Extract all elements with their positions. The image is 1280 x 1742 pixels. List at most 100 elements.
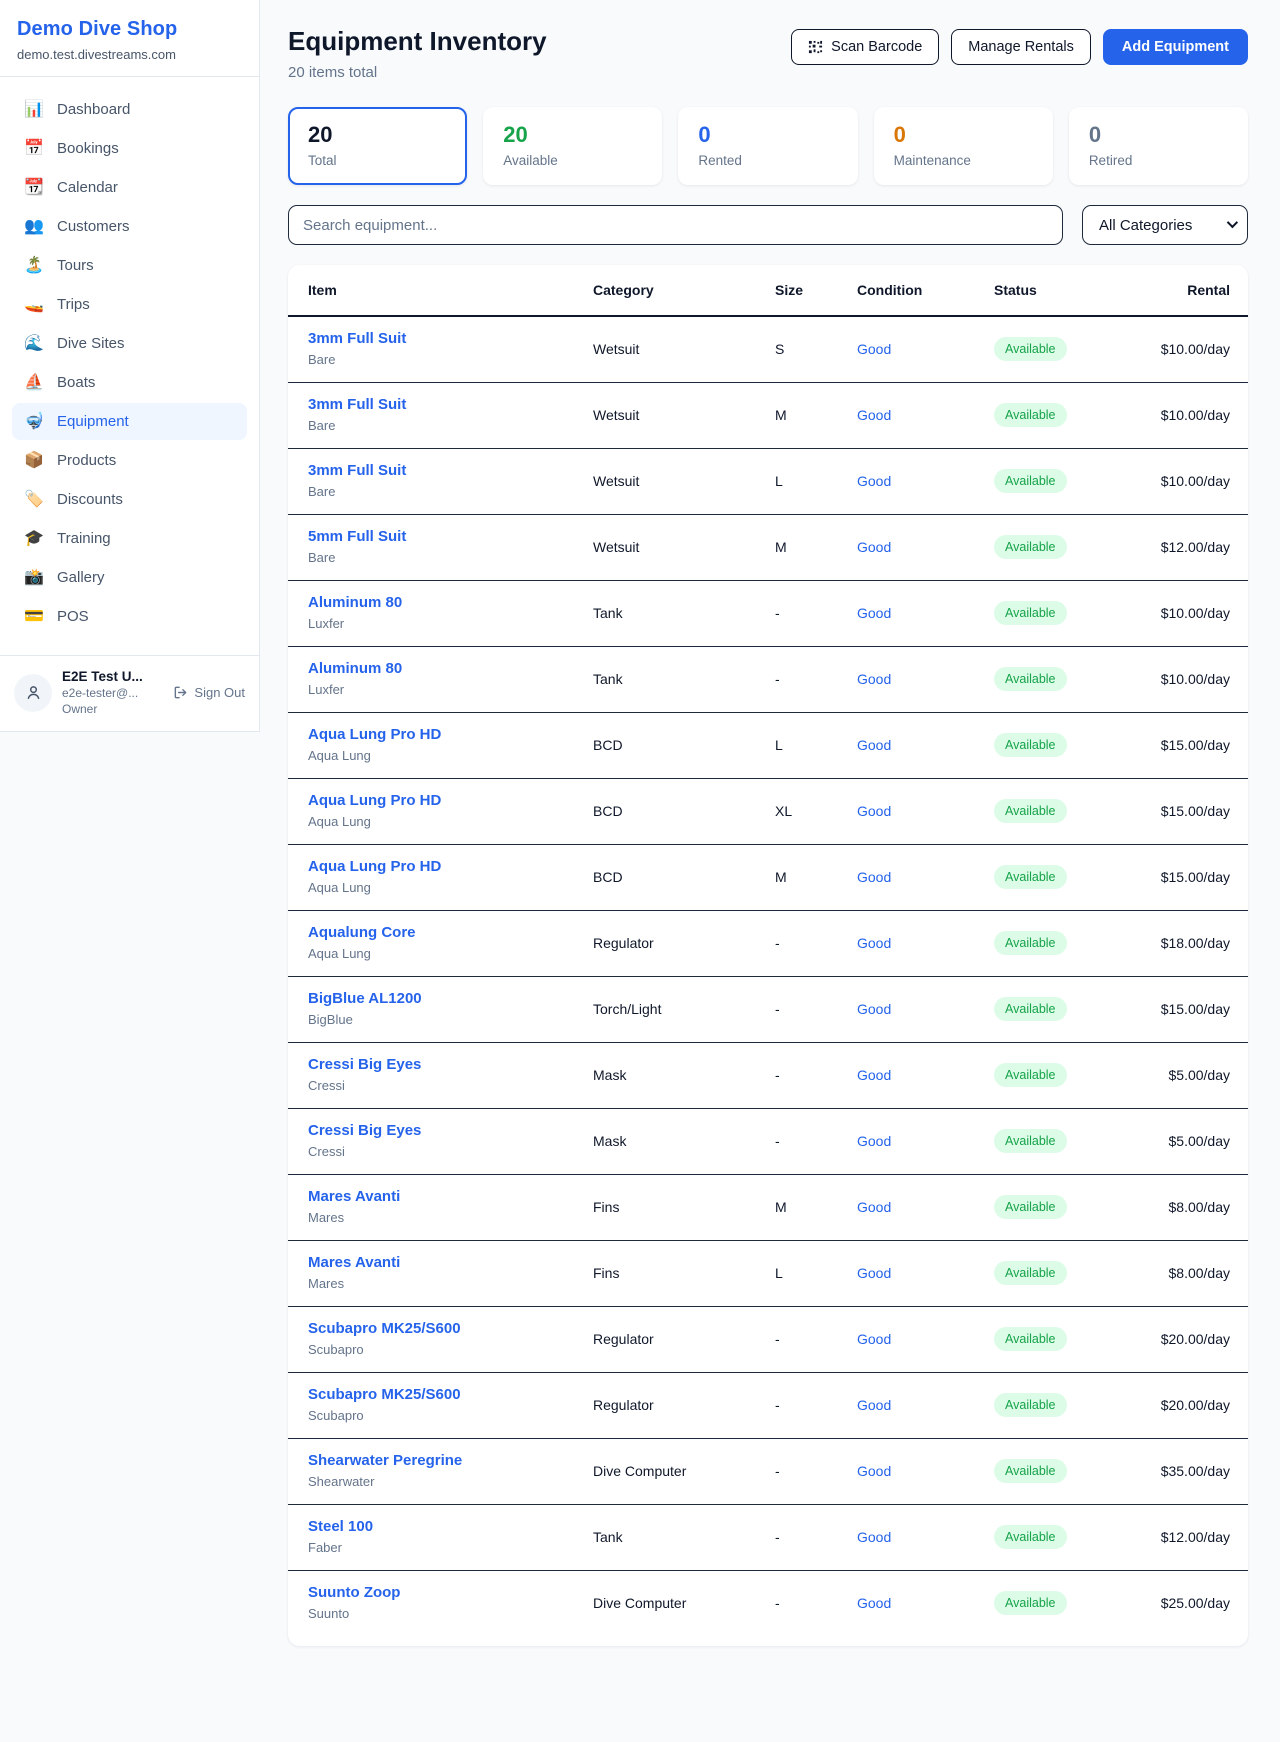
item-condition: Good: [847, 383, 984, 449]
sidebar-item-customers[interactable]: 👥 Customers: [12, 208, 247, 245]
sidebar-item-training[interactable]: 🎓 Training: [12, 520, 247, 557]
filter-row: All Categories: [288, 205, 1248, 245]
item-brand: Luxfer: [308, 682, 573, 697]
sidebar-item-pos[interactable]: 💳 POS: [12, 598, 247, 635]
manage-rentals-label: Manage Rentals: [968, 39, 1074, 55]
stat-card-available[interactable]: 20 Available: [483, 107, 662, 185]
dive-mask-icon: 🤿: [24, 414, 44, 430]
sidebar-item-label: Dive Sites: [57, 335, 125, 352]
item-rental: $10.00/day: [1134, 647, 1248, 713]
sidebar-item-calendar[interactable]: 📆 Calendar: [12, 169, 247, 206]
status-badge: Available: [994, 1261, 1067, 1285]
status-badge: Available: [994, 1129, 1067, 1153]
item-name-link[interactable]: Cressi Big Eyes: [308, 1056, 421, 1073]
stat-label: Retired: [1089, 153, 1228, 168]
status-badge: Available: [994, 403, 1067, 427]
item-name-link[interactable]: Cressi Big Eyes: [308, 1122, 421, 1139]
item-name-link[interactable]: 5mm Full Suit: [308, 528, 406, 545]
item-name-link[interactable]: 3mm Full Suit: [308, 462, 406, 479]
sign-out-button[interactable]: Sign Out: [173, 685, 245, 700]
add-equipment-button[interactable]: Add Equipment: [1103, 29, 1248, 65]
item-name-link[interactable]: Shearwater Peregrine: [308, 1452, 462, 1469]
add-equipment-label: Add Equipment: [1122, 39, 1229, 55]
equipment-table-card: Item Category Size Condition Status Rent…: [288, 265, 1248, 1646]
column-header-item: Item: [288, 265, 583, 316]
search-input[interactable]: [288, 205, 1063, 245]
sidebar-item-products[interactable]: 📦 Products: [12, 442, 247, 479]
item-rental: $35.00/day: [1134, 1439, 1248, 1505]
item-size: -: [765, 1439, 847, 1505]
category-select[interactable]: All Categories: [1082, 205, 1248, 245]
table-row: Scubapro MK25/S600 Scubapro Regulator - …: [288, 1373, 1248, 1439]
scan-barcode-button[interactable]: Scan Barcode: [791, 29, 939, 65]
camera-icon: 📸: [24, 570, 44, 586]
item-name-link[interactable]: 3mm Full Suit: [308, 396, 406, 413]
status-badge: Available: [994, 1195, 1067, 1219]
sidebar-item-boats[interactable]: ⛵ Boats: [12, 364, 247, 401]
item-brand: Bare: [308, 418, 573, 433]
item-name-link[interactable]: 3mm Full Suit: [308, 330, 406, 347]
table-row: Aqualung Core Aqua Lung Regulator - Good…: [288, 911, 1248, 977]
item-name-link[interactable]: Mares Avanti: [308, 1188, 400, 1205]
item-category: Tank: [583, 1505, 765, 1571]
sidebar-item-dive-sites[interactable]: 🌊 Dive Sites: [12, 325, 247, 362]
table-row: 5mm Full Suit Bare Wetsuit M Good Availa…: [288, 515, 1248, 581]
sidebar-item-label: Calendar: [57, 179, 118, 196]
item-name-link[interactable]: Steel 100: [308, 1518, 373, 1535]
item-rental: $10.00/day: [1134, 316, 1248, 383]
status-badge: Available: [994, 1063, 1067, 1087]
sidebar-item-equipment[interactable]: 🤿 Equipment: [12, 403, 247, 440]
item-name-link[interactable]: Aluminum 80: [308, 660, 402, 677]
header-actions: Scan Barcode Manage Rentals Add Equipmen…: [791, 26, 1248, 65]
item-category: Wetsuit: [583, 515, 765, 581]
item-name-link[interactable]: Aqua Lung Pro HD: [308, 726, 441, 743]
sidebar-item-bookings[interactable]: 📅 Bookings: [12, 130, 247, 167]
sidebar-item-tours[interactable]: 🏝️ Tours: [12, 247, 247, 284]
item-size: -: [765, 1043, 847, 1109]
sidebar-item-dashboard[interactable]: 📊 Dashboard: [12, 91, 247, 128]
manage-rentals-button[interactable]: Manage Rentals: [951, 29, 1091, 65]
item-name-link[interactable]: Aqualung Core: [308, 924, 416, 941]
stat-card-retired[interactable]: 0 Retired: [1069, 107, 1248, 185]
sidebar-item-label: POS: [57, 608, 89, 625]
category-select-wrap: All Categories: [1082, 205, 1248, 245]
item-name-link[interactable]: Scubapro MK25/S600: [308, 1320, 461, 1337]
item-name-link[interactable]: BigBlue AL1200: [308, 990, 422, 1007]
item-rental: $12.00/day: [1134, 515, 1248, 581]
item-category: Dive Computer: [583, 1439, 765, 1505]
item-name-link[interactable]: Suunto Zoop: [308, 1584, 400, 1601]
item-category: Regulator: [583, 1373, 765, 1439]
sidebar-item-label: Discounts: [57, 491, 123, 508]
sidebar-item-trips[interactable]: 🚤 Trips: [12, 286, 247, 323]
table-row: BigBlue AL1200 BigBlue Torch/Light - Goo…: [288, 977, 1248, 1043]
sidebar-item-gallery[interactable]: 📸 Gallery: [12, 559, 247, 596]
item-name-link[interactable]: Aqua Lung Pro HD: [308, 792, 441, 809]
island-icon: 🏝️: [24, 258, 44, 274]
item-rental: $10.00/day: [1134, 581, 1248, 647]
item-condition: Good: [847, 977, 984, 1043]
sailboat-icon: ⛵: [24, 375, 44, 391]
item-rental: $20.00/day: [1134, 1307, 1248, 1373]
scan-barcode-label: Scan Barcode: [831, 39, 922, 55]
status-badge: Available: [994, 535, 1067, 559]
item-brand: Cressi: [308, 1144, 573, 1159]
sign-out-label: Sign Out: [194, 685, 245, 700]
item-name-link[interactable]: Aqua Lung Pro HD: [308, 858, 441, 875]
item-category: BCD: [583, 713, 765, 779]
stat-card-rented[interactable]: 0 Rented: [678, 107, 857, 185]
stat-card-total[interactable]: 20 Total: [288, 107, 467, 185]
stat-card-maintenance[interactable]: 0 Maintenance: [874, 107, 1053, 185]
status-badge: Available: [994, 1459, 1067, 1483]
table-row: Cressi Big Eyes Cressi Mask - Good Avail…: [288, 1109, 1248, 1175]
item-size: L: [765, 713, 847, 779]
item-name-link[interactable]: Scubapro MK25/S600: [308, 1386, 461, 1403]
item-size: -: [765, 1109, 847, 1175]
item-size: M: [765, 845, 847, 911]
sidebar-item-discounts[interactable]: 🏷️ Discounts: [12, 481, 247, 518]
status-badge: Available: [994, 1327, 1067, 1351]
item-condition: Good: [847, 449, 984, 515]
item-name-link[interactable]: Mares Avanti: [308, 1254, 400, 1271]
item-name-link[interactable]: Aluminum 80: [308, 594, 402, 611]
user-name: E2E Test U...: [62, 669, 163, 684]
item-rental: $15.00/day: [1134, 713, 1248, 779]
